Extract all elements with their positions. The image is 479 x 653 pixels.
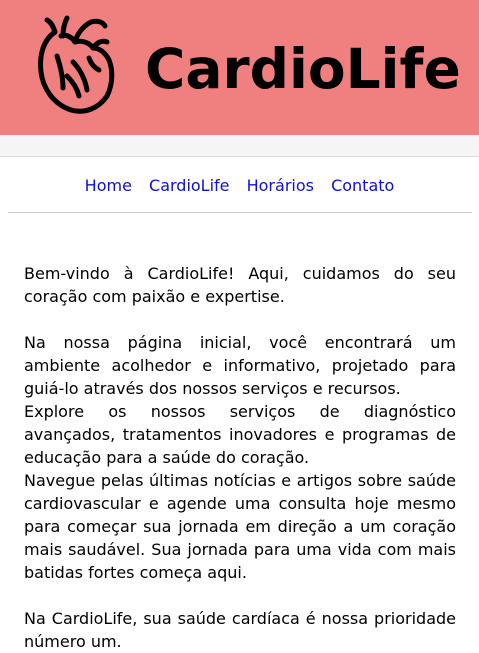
divider [0,156,479,157]
closing-paragraph: Na CardioLife, sua saúde cardíaca é noss… [24,609,456,651]
paragraph-welcome: Na nossa página inicial, você encontrará… [24,333,456,398]
site-header: CardioLife [0,0,479,135]
header-gap [0,135,479,156]
nav-link-contato[interactable]: Contato [331,176,394,195]
nav-link-home[interactable]: Home [85,176,132,195]
main-nav: Home CardioLife Horários Contato [0,172,479,200]
paragraph-services: Explore os nossos serviços de diagnóstic… [24,402,456,467]
divider [8,212,472,213]
nav-link-cardiolife[interactable]: CardioLife [149,176,230,195]
intro-paragraph: Bem-vindo à CardioLife! Aqui, cuidamos d… [24,264,456,306]
anatomical-heart-icon [38,15,115,114]
nav-link-horarios[interactable]: Horários [247,176,314,195]
paragraph-news: Navegue pelas últimas notícias e artigos… [24,471,456,582]
site-title: CardioLife [145,37,461,101]
main-content: Bem-vindo à CardioLife! Aqui, cuidamos d… [24,262,456,653]
